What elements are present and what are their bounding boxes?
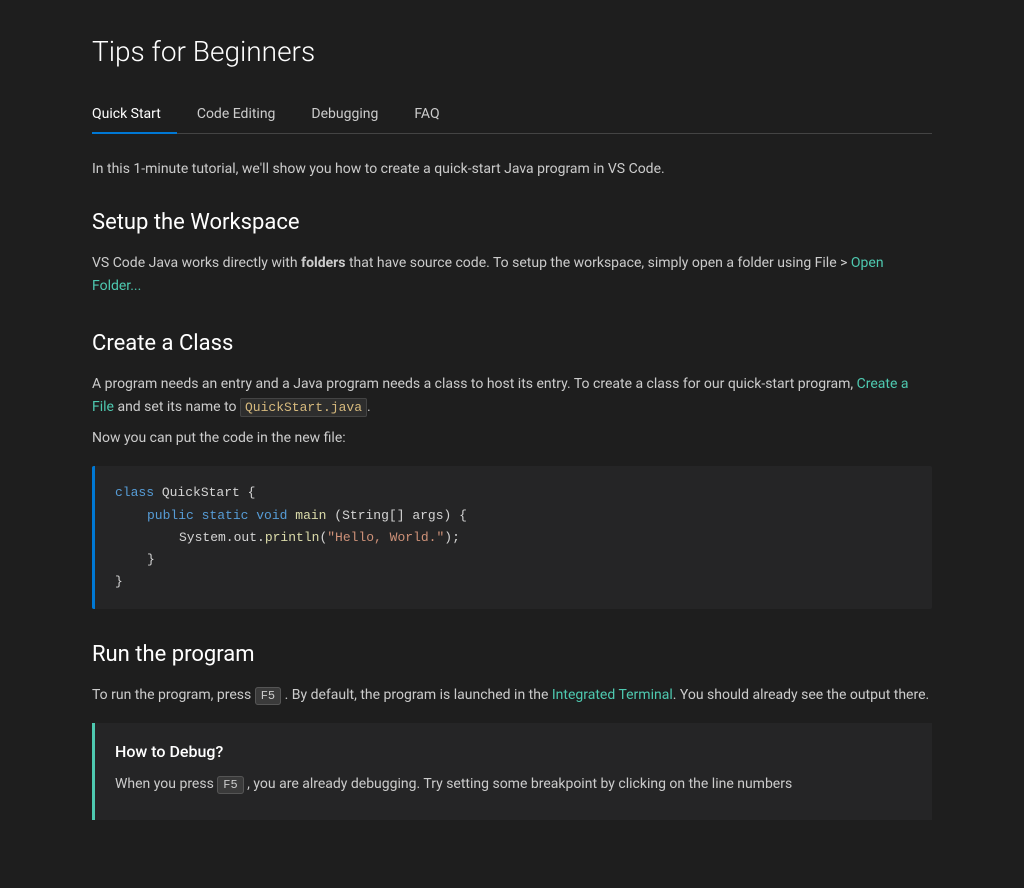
bold-folders: folders xyxy=(301,255,345,271)
tab-quick-start[interactable]: Quick Start xyxy=(92,95,177,133)
code-method-println: println xyxy=(265,530,320,545)
callout-text-debug: When you press F5 , you are already debu… xyxy=(115,773,912,796)
link-open-folder[interactable]: Open Folder... xyxy=(92,255,884,294)
code-line-5: } xyxy=(115,571,912,593)
key-badge-f5-run: F5 xyxy=(255,687,281,705)
code-closing-brace-1: } xyxy=(147,552,155,567)
section-setup-workspace: Setup the Workspace VS Code Java works d… xyxy=(92,205,932,298)
code-keyword-public: public xyxy=(147,508,194,523)
section-heading-create-class: Create a Class xyxy=(92,326,932,361)
tab-debugging[interactable]: Debugging xyxy=(295,95,394,133)
code-line-2: public static void main (String[] args) … xyxy=(115,505,912,527)
link-create-file[interactable]: Create a File xyxy=(92,376,909,415)
tab-code-editing[interactable]: Code Editing xyxy=(181,95,292,133)
intro-text: In this 1-minute tutorial, we'll show yo… xyxy=(92,158,932,180)
section-text-create-class-1: A program needs an entry and a Java prog… xyxy=(92,373,932,419)
code-plain-system: System.out. xyxy=(179,530,265,545)
section-run-program: Run the program To run the program, pres… xyxy=(92,637,932,820)
section-heading-setup: Setup the Workspace xyxy=(92,205,932,240)
callout-heading-debug: How to Debug? xyxy=(115,739,912,765)
code-line-3: System.out.println("Hello, World."); xyxy=(115,527,912,549)
code-closing-brace-2: } xyxy=(115,574,123,589)
key-badge-f5-debug: F5 xyxy=(217,776,243,794)
section-create-class: Create a Class A program needs an entry … xyxy=(92,326,932,609)
code-inline-filename: QuickStart.java xyxy=(240,398,367,417)
callout-debug-box: How to Debug? When you press F5 , you ar… xyxy=(92,723,932,820)
code-line-4: } xyxy=(115,549,912,571)
link-integrated-terminal[interactable]: Integrated Terminal xyxy=(552,687,673,703)
tab-faq[interactable]: FAQ xyxy=(398,95,455,133)
code-keyword-void: void xyxy=(256,508,287,523)
section-heading-run: Run the program xyxy=(92,637,932,672)
code-keyword-static: static xyxy=(202,508,249,523)
section-text-setup: VS Code Java works directly with folders… xyxy=(92,252,932,298)
code-method-main: main xyxy=(295,508,326,523)
page-container: Tips for Beginners Quick Start Code Edit… xyxy=(32,0,992,888)
page-title: Tips for Beginners xyxy=(92,30,932,75)
section-text-create-class-2: Now you can put the code in the new file… xyxy=(92,427,932,450)
code-keyword-class: class xyxy=(115,485,154,500)
section-text-run: To run the program, press F5 . By defaul… xyxy=(92,684,932,707)
code-block-quickstart: class QuickStart { public static void ma… xyxy=(92,466,932,608)
code-string-hello: "Hello, World." xyxy=(327,530,444,545)
code-line-1: class QuickStart { xyxy=(115,482,912,504)
tabs-bar: Quick Start Code Editing Debugging FAQ xyxy=(92,95,932,134)
